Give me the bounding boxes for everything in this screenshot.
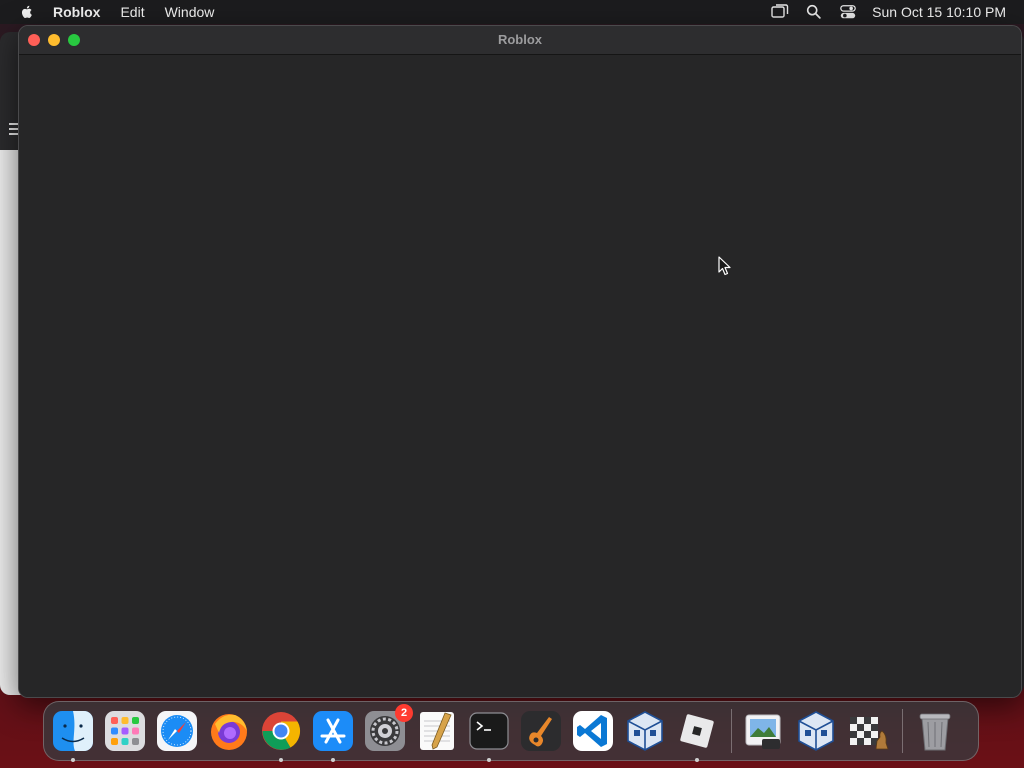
dock-chess[interactable]: [846, 709, 890, 753]
apple-menu-icon[interactable]: [19, 4, 35, 20]
finder-icon: [53, 711, 93, 751]
app-store-icon: [313, 711, 353, 751]
window-title: Roblox: [497, 32, 543, 47]
menu-bar: Roblox Edit Window Sun Oct 15 10:10 PM: [0, 0, 1024, 24]
textedit-icon: [420, 712, 454, 750]
dock-textedit[interactable]: [415, 709, 459, 753]
safari-icon: [157, 711, 197, 751]
screen-mirroring-icon[interactable]: [770, 2, 790, 22]
roblox-icon: [680, 714, 714, 748]
menu-clock[interactable]: Sun Oct 15 10:10 PM: [872, 4, 1006, 20]
dock-roblox[interactable]: [675, 709, 719, 762]
menu-app-name[interactable]: Roblox: [53, 0, 100, 24]
notification-badge: 2: [395, 704, 413, 722]
dock-virtualbox[interactable]: [623, 709, 667, 753]
garageband-icon: [521, 711, 561, 751]
menu-edit[interactable]: Edit: [120, 0, 144, 24]
launchpad-icon: [105, 711, 145, 751]
mouse-cursor-icon: [718, 256, 731, 276]
firefox-icon: [211, 714, 247, 750]
roblox-window[interactable]: Roblox: [18, 25, 1022, 698]
dock-separator: [902, 709, 903, 753]
dock-app-store[interactable]: [311, 709, 355, 762]
preview-icon: [745, 714, 781, 749]
running-indicator: [695, 758, 699, 762]
dock-system-settings[interactable]: 2: [363, 704, 413, 753]
control-center-icon[interactable]: [838, 2, 858, 22]
dock-finder[interactable]: [51, 709, 95, 762]
trash-icon: [919, 713, 951, 751]
terminal-icon: [469, 712, 509, 750]
vscode-icon: [573, 711, 613, 751]
dock-chrome[interactable]: [259, 709, 303, 762]
dock: 2: [43, 701, 979, 762]
chess-icon: [850, 717, 889, 750]
window-titlebar[interactable]: Roblox: [19, 26, 1021, 55]
running-indicator: [279, 758, 283, 762]
virtualbox-icon: [798, 711, 834, 751]
dock-preview[interactable]: [742, 709, 786, 753]
chrome-icon: [262, 712, 301, 750]
dock-garageband[interactable]: [519, 709, 563, 753]
dock-virtualbox-2[interactable]: [794, 709, 838, 753]
running-indicator: [71, 758, 75, 762]
menu-window[interactable]: Window: [165, 0, 215, 24]
dock-firefox[interactable]: [207, 709, 251, 753]
dock-safari[interactable]: [155, 709, 199, 753]
running-indicator: [487, 758, 491, 762]
dock-terminal[interactable]: [467, 709, 511, 762]
virtualbox-icon: [627, 711, 663, 751]
dock-vscode[interactable]: [571, 709, 615, 753]
dock-trash[interactable]: [913, 709, 957, 753]
dock-launchpad[interactable]: [103, 709, 147, 753]
window-content[interactable]: [19, 55, 1021, 697]
running-indicator: [331, 758, 335, 762]
spotlight-search-icon[interactable]: [804, 2, 824, 22]
dock-separator: [731, 709, 732, 753]
